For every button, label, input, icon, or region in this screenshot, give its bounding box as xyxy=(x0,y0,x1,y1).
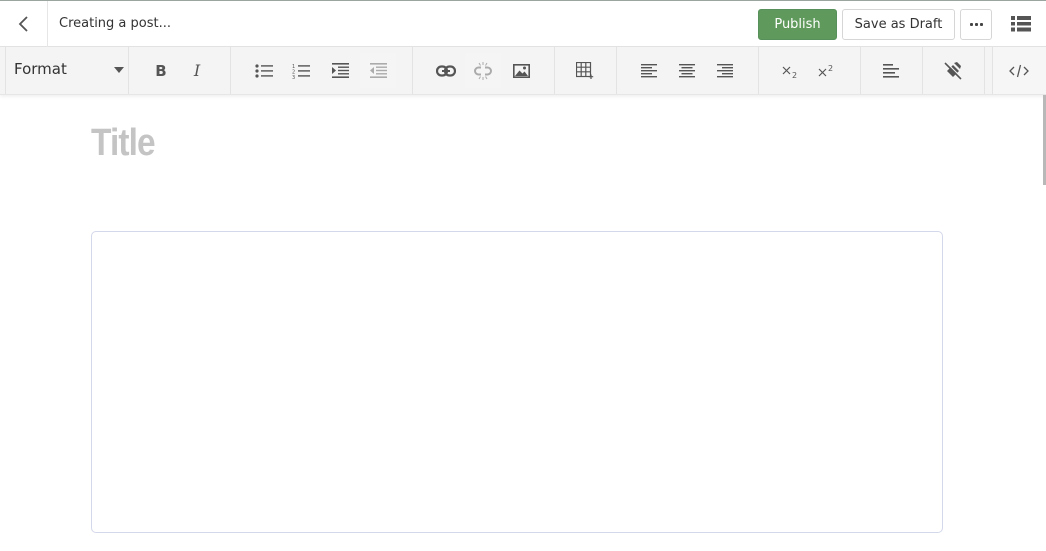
list-view-icon[interactable] xyxy=(1011,15,1031,32)
svg-text:3: 3 xyxy=(292,75,295,79)
numbered-list-icon: 1 2 3 xyxy=(292,64,310,79)
subscript-button[interactable]: 2 xyxy=(773,53,809,88)
paragraph-format-button[interactable] xyxy=(873,53,909,88)
numbered-list-button[interactable]: 1 2 3 xyxy=(283,53,319,88)
chevron-left-icon xyxy=(18,16,28,32)
paragraph-icon xyxy=(883,63,899,78)
ellipsis-icon xyxy=(969,23,983,26)
post-body-editor[interactable] xyxy=(91,231,943,533)
source-code-button[interactable] xyxy=(1001,53,1037,88)
bold-icon: B xyxy=(155,61,167,80)
superscript-icon: 2 xyxy=(818,64,833,76)
align-left-button[interactable] xyxy=(631,53,667,88)
title-input[interactable] xyxy=(91,118,839,168)
outdent-button[interactable] xyxy=(360,53,396,88)
italic-icon: I xyxy=(193,61,201,80)
insert-table-button[interactable] xyxy=(567,53,603,88)
format-dropdown-label: Format xyxy=(14,60,67,78)
outdent-icon xyxy=(369,63,387,78)
unlink-icon xyxy=(474,61,492,80)
insert-link-button[interactable] xyxy=(428,53,464,88)
top-bar: Creating a post... Publish Save as Draft xyxy=(0,0,1046,47)
code-icon xyxy=(1009,64,1029,77)
svg-text:2: 2 xyxy=(792,71,797,78)
editor-toolbar: Format B I 1 2 3 2 2 xyxy=(0,47,1046,95)
align-right-icon xyxy=(717,63,733,77)
back-button[interactable] xyxy=(0,1,48,47)
caret-down-icon xyxy=(114,67,124,73)
table-icon xyxy=(576,62,594,79)
indent-icon xyxy=(331,63,349,78)
superscript-button[interactable]: 2 xyxy=(809,53,845,88)
bulleted-list-icon xyxy=(255,63,273,78)
eraser-icon xyxy=(944,61,962,80)
indent-button[interactable] xyxy=(322,53,358,88)
insert-image-button[interactable] xyxy=(503,53,539,88)
align-center-icon xyxy=(679,63,695,77)
status-text: Creating a post... xyxy=(59,16,172,31)
align-right-button[interactable] xyxy=(707,53,743,88)
clear-formatting-button[interactable] xyxy=(935,53,971,88)
link-icon xyxy=(436,64,456,77)
format-dropdown[interactable]: Format xyxy=(5,47,128,94)
svg-text:2: 2 xyxy=(828,64,833,73)
image-icon xyxy=(512,63,530,78)
save-draft-button[interactable]: Save as Draft xyxy=(842,9,955,40)
align-left-icon xyxy=(641,63,657,77)
italic-button[interactable]: I xyxy=(179,53,215,88)
subscript-icon: 2 xyxy=(782,66,797,78)
more-options-button[interactable] xyxy=(960,9,992,40)
remove-link-button[interactable] xyxy=(465,53,501,88)
bold-button[interactable]: B xyxy=(143,53,179,88)
align-center-button[interactable] xyxy=(669,53,705,88)
publish-button[interactable]: Publish xyxy=(758,9,837,40)
bulleted-list-button[interactable] xyxy=(246,53,282,88)
